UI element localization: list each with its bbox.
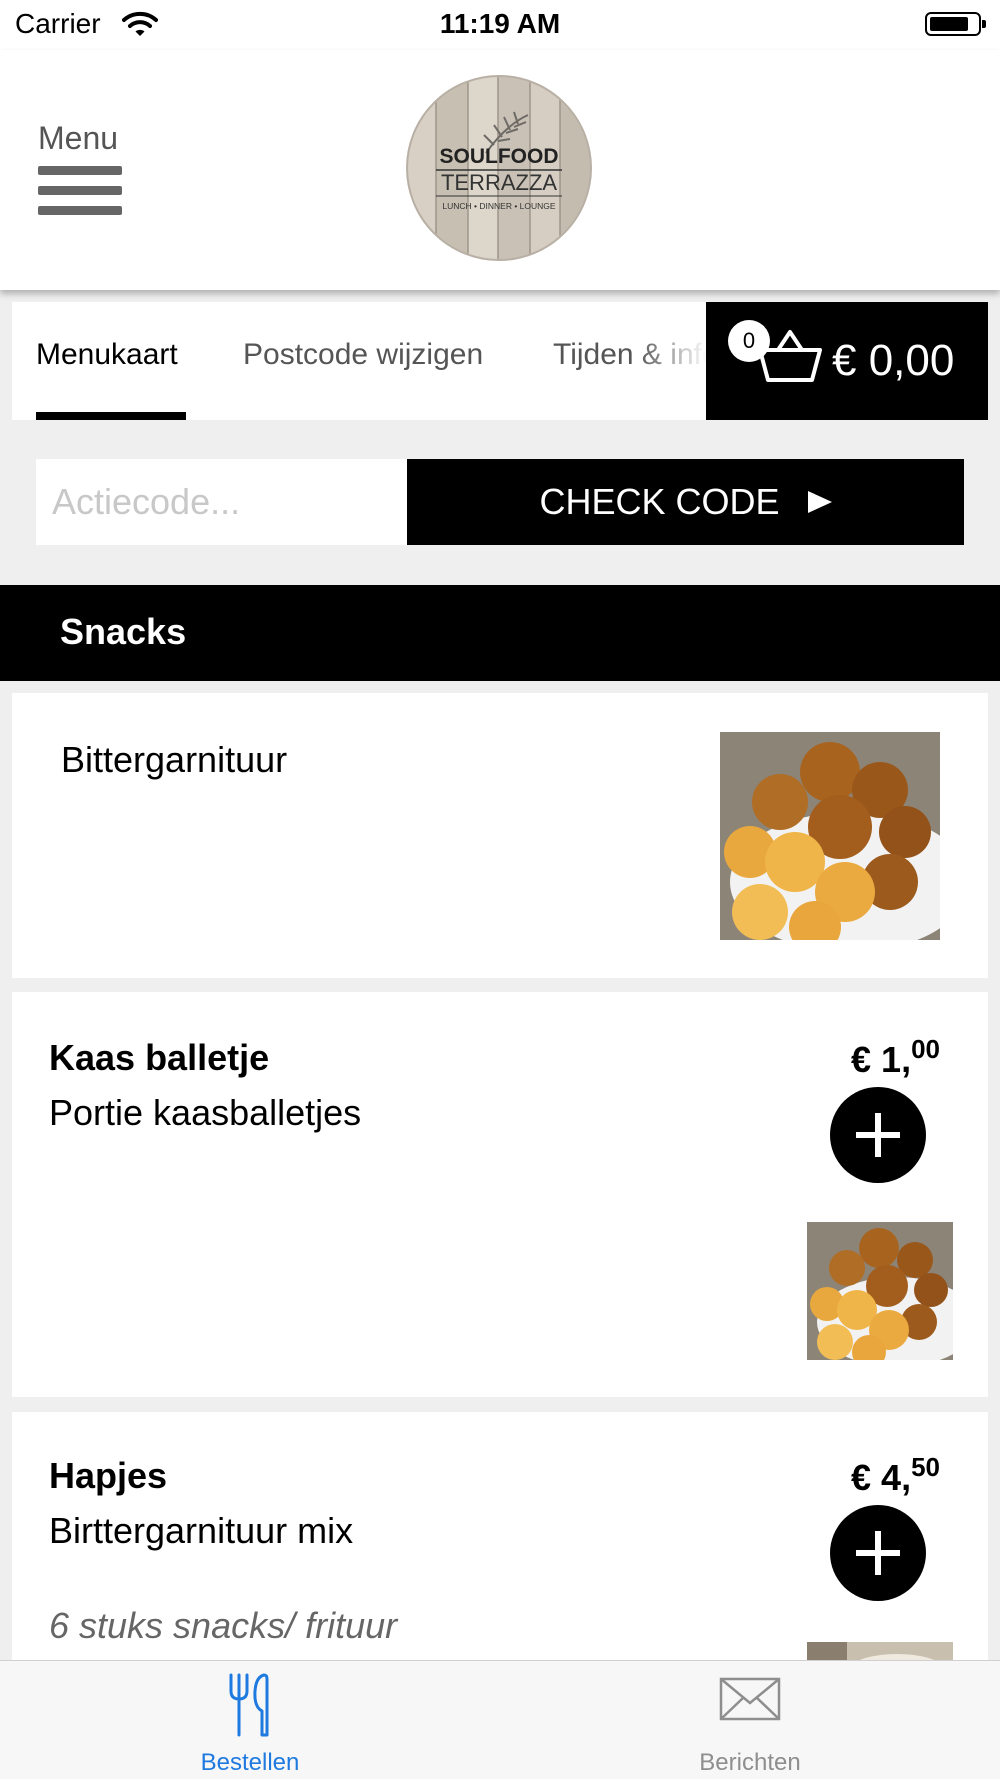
item-description: Birttergarnituur mix (49, 1510, 354, 1551)
menu-button[interactable]: Menu (38, 120, 128, 215)
app-header: Menu SOULFOOD TERRAZZA LUNCH • DINNER • (0, 50, 1000, 290)
category-tabs: Menukaart Postcode wijzigen Tijden & inf… (12, 302, 707, 420)
item-description: Portie kaasballetjes (49, 1092, 362, 1133)
logo-line1: SOULFOOD (440, 145, 559, 168)
item-price: € 1,00 (851, 1034, 940, 1080)
item-title: Hapjes (49, 1455, 168, 1496)
hamburger-icon (38, 166, 122, 226)
add-to-cart-button[interactable] (830, 1505, 926, 1601)
cart-count-badge: 0 (728, 320, 770, 362)
list-item[interactable]: Hapjes Birttergarnituur mix 6 stuks snac… (12, 1412, 988, 1678)
logo-line3: LUNCH • DINNER • LOUNGE (442, 201, 555, 211)
arrow-right-icon (807, 491, 832, 513)
active-tab-indicator (36, 412, 186, 420)
fork-knife-icon (229, 1673, 269, 1737)
logo-line2: TERRAZZA (441, 170, 557, 195)
add-to-cart-button[interactable] (830, 1087, 926, 1183)
item-note: 6 stuks snacks/ frituur (49, 1605, 398, 1646)
tabbar-bestellen[interactable]: Bestellen (0, 1661, 500, 1779)
item-price: € 4,50 (851, 1452, 940, 1498)
category-header: Snacks (0, 585, 1000, 681)
cart-total: € 0,00 (832, 336, 955, 385)
restaurant-logo: SOULFOOD TERRAZZA LUNCH • DINNER • LOUNG… (406, 75, 592, 261)
tabbar-berichten-label: Berichten (699, 1749, 801, 1776)
item-title: Kaas balletje (49, 1037, 270, 1078)
promo-code-input[interactable] (36, 459, 408, 545)
tabbar-berichten[interactable]: Berichten (500, 1661, 1000, 1779)
bottom-tab-bar: Bestellen Berichten (0, 1660, 1000, 1779)
list-item[interactable]: Bittergarnituur (12, 693, 988, 978)
cart-button[interactable]: 0 € 0,00 (706, 302, 988, 420)
check-code-label: CHECK CODE (539, 481, 780, 522)
tab-menukaart[interactable]: Menukaart (36, 338, 178, 372)
clock: 11:19 AM (439, 8, 561, 39)
item-title: Bittergarnituur (61, 739, 288, 780)
status-bar: Carrier 11:19 AM (0, 0, 1000, 50)
kaas-balletje-image (807, 1222, 953, 1360)
tabbar-bestellen-label: Bestellen (200, 1749, 300, 1776)
category-title: Snacks (60, 611, 187, 652)
bittergarnituur-image (720, 732, 940, 940)
check-code-button[interactable]: CHECK CODE (407, 459, 964, 545)
menu-label: Menu (38, 120, 119, 156)
battery-icon (925, 12, 986, 36)
envelope-icon (719, 1677, 781, 1721)
tab-postcode-wijzigen[interactable]: Postcode wijzigen (243, 338, 483, 372)
list-item[interactable]: Kaas balletje Portie kaasballetjes € 1,0… (12, 992, 988, 1397)
